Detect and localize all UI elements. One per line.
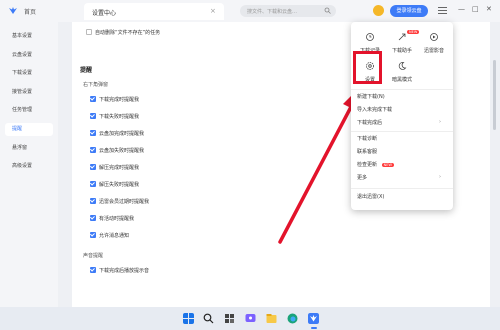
menu-divider (351, 188, 453, 189)
taskbar (0, 307, 500, 330)
option-checkbox[interactable] (90, 130, 96, 136)
new-badge: NEW (407, 30, 420, 34)
tab-label: 设置中心 (92, 10, 117, 17)
search-placeholder: 搜文件、下载和云盘… (247, 9, 298, 15)
option-checkbox[interactable] (90, 181, 96, 187)
tab-settings-center[interactable]: 设置中心 × (84, 3, 224, 20)
scrollbar[interactable] (493, 60, 496, 130)
sub-title: 右下角弹窗 (83, 82, 109, 88)
chat-icon[interactable] (245, 313, 256, 324)
sidebar-item-reminder[interactable]: 提醒 (5, 123, 53, 136)
download-helper-icon (398, 33, 406, 41)
option-checkbox[interactable] (90, 147, 96, 153)
menu-download-helper[interactable]: 下载助手 NEW (387, 30, 420, 56)
option-label: 允许消息通知 (99, 233, 130, 239)
option-label: 云盘加失败时提醒我 (99, 148, 145, 154)
close-icon[interactable]: × (210, 7, 216, 15)
option-label: 有活动时提醒我 (99, 216, 135, 222)
sidebar-item-advanced[interactable]: 高级设置 (5, 160, 53, 173)
option-checkbox[interactable] (90, 164, 96, 170)
sidebar-item-task[interactable]: 任务管理 (5, 104, 53, 117)
option-checkbox[interactable] (90, 232, 96, 238)
moon-icon (398, 62, 407, 70)
menu-dark-mode-label: 暗黑模式 (391, 77, 412, 83)
menu-item-support[interactable]: 联系客服 (357, 148, 447, 155)
chevron-right-icon: › (439, 174, 441, 180)
history-icon (366, 33, 374, 41)
menu-divider (351, 131, 453, 132)
sidebar-item-takeover[interactable]: 接管设置 (5, 86, 53, 99)
menu-item-diagnose[interactable]: 下载诊断 (357, 135, 447, 142)
menu-item-more-label: 更多 (357, 175, 368, 181)
option-checkbox[interactable] (90, 198, 96, 204)
settings-sidebar: 基本设置 云盘设置 下载设置 接管设置 任务管理 提醒 悬浮窗 高级设置 (0, 22, 58, 307)
menu-player[interactable]: 迅雷影音 (419, 30, 449, 56)
player-icon (430, 33, 438, 41)
option-label: 云盘加完成时提醒我 (99, 131, 145, 137)
sound-option-label: 下载完成后播放提示音 (99, 268, 150, 274)
sound-title: 声音提醒 (83, 253, 104, 259)
menu-divider (351, 89, 453, 90)
chevron-right-icon: › (439, 119, 441, 125)
new-badge: NEW (381, 162, 394, 167)
window-close-icon[interactable]: ✕ (486, 5, 492, 13)
menu-item-import[interactable]: 导入未完成下载 (357, 106, 447, 113)
menu-item-more[interactable]: 更多 › (357, 174, 447, 181)
section-title: 提醒 (80, 67, 93, 74)
option-checkbox[interactable] (90, 113, 96, 119)
option-label: 解压失败时提醒我 (99, 182, 140, 188)
highlight-box (353, 51, 382, 84)
option-label: 下载完成时提醒我 (99, 97, 140, 103)
option-label: 解压完成时提醒我 (99, 165, 140, 171)
title-bar: 首页 设置中心 × 搜文件、下载和云盘… 登录领云盘 — □ ✕ (0, 0, 500, 22)
search-input[interactable]: 搜文件、下载和云盘… (240, 5, 336, 17)
option-checkbox[interactable] (90, 96, 96, 102)
main-menu-icon[interactable] (438, 7, 447, 15)
menu-download-helper-label: 下载助手 (391, 48, 412, 54)
avatar[interactable] (373, 5, 384, 16)
sidebar-item-download[interactable]: 下载设置 (5, 67, 53, 80)
sidebar-item-cloud[interactable]: 云盘设置 (5, 49, 53, 62)
sidebar-item-basic[interactable]: 基本设置 (5, 30, 53, 43)
sidebar-item-floating[interactable]: 悬浮窗 (5, 142, 53, 155)
login-button[interactable]: 登录领云盘 (390, 5, 428, 17)
option-label: 下载失败时提醒我 (99, 114, 140, 120)
edge-icon[interactable] (287, 313, 298, 324)
active-app-indicator (310, 327, 317, 329)
menu-item-after-download-label: 下载完成后 (357, 120, 383, 126)
auto-delete-label: 自动删除“文件不存在”的任务 (95, 30, 161, 36)
menu-item-after-download[interactable]: 下载完成后 › (357, 119, 447, 126)
maximize-icon[interactable]: □ (472, 5, 479, 13)
xunlei-logo-icon (9, 7, 17, 14)
search-icon[interactable] (203, 313, 214, 324)
menu-item-exit[interactable]: 退出迅雷(X) (357, 193, 447, 200)
windows-icon[interactable] (183, 313, 194, 324)
minimize-icon[interactable]: — (458, 5, 465, 13)
menu-item-update-label: 检查更新 (357, 162, 378, 168)
menu-item-new-download[interactable]: 新建下载(N) (357, 93, 447, 100)
menu-item-update[interactable]: 检查更新 NEW (357, 161, 447, 168)
files-icon[interactable] (224, 313, 235, 324)
option-checkbox[interactable] (90, 215, 96, 221)
xunlei-icon[interactable] (308, 313, 319, 324)
explorer-icon[interactable] (266, 313, 277, 324)
home-tab[interactable]: 首页 (24, 7, 36, 16)
menu-player-label: 迅雷影音 (423, 48, 444, 54)
sound-checkbox[interactable] (90, 267, 96, 273)
menu-dark-mode[interactable]: 暗黑模式 (387, 59, 417, 85)
search-icon[interactable] (324, 7, 331, 14)
option-label: 迅雷会员过期时提醒我 (99, 199, 150, 205)
auto-delete-checkbox[interactable] (86, 29, 92, 35)
